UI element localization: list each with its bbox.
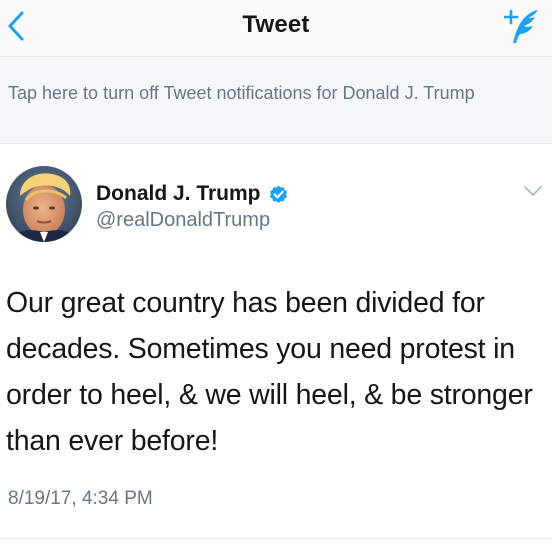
chevron-down-icon [524,186,542,196]
profile-photo [6,166,82,242]
tweet-notifications-banner[interactable]: Tap here to turn off Tweet notifications… [0,57,552,144]
compose-tweet-button[interactable] [503,6,542,46]
avatar[interactable] [6,166,82,242]
notification-banner-text: Tap here to turn off Tweet notifications… [8,83,475,103]
author-handle[interactable]: @realDonaldTrump [96,209,270,232]
nav-bar: Tweet [0,0,552,57]
tweet-options-button[interactable] [522,180,544,202]
author-name-row: Donald J. Trump [96,180,288,208]
compose-tweet-icon [503,9,538,43]
tweet-timestamp[interactable]: 8/19/17, 4:34 PM [8,488,153,510]
verified-badge-icon [269,185,287,203]
divider [0,538,552,539]
author-display-name[interactable]: Donald J. Trump [96,182,261,206]
page-title: Tweet [242,11,310,38]
tweet-text: Our great country has been divided for d… [6,287,533,457]
